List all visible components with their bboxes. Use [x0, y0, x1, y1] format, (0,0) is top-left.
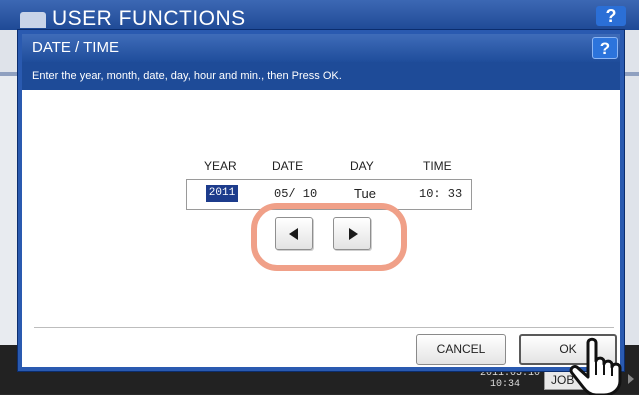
- status-clock: 2011.05.10 10:34: [480, 368, 540, 390]
- dialog-title-bar: DATE / TIME ?: [22, 34, 620, 62]
- background-header: USER FUNCTIONS ?: [0, 0, 639, 30]
- user-functions-icon: [20, 12, 46, 28]
- background-title: USER FUNCTIONS: [52, 7, 246, 30]
- status-time: 10:34: [489, 379, 520, 390]
- divider: [34, 327, 614, 328]
- day-label: DAY: [350, 159, 374, 173]
- date-label: DATE: [272, 159, 304, 173]
- left-arrow-icon: [289, 228, 298, 240]
- cursor-left-button[interactable]: [275, 217, 313, 250]
- cancel-button[interactable]: CANCEL: [416, 334, 506, 365]
- dialog-help-button[interactable]: ?: [592, 37, 618, 59]
- right-arrow-icon: [349, 228, 358, 240]
- dialog-title: DATE / TIME: [32, 39, 119, 56]
- cursor-right-button[interactable]: [333, 217, 371, 250]
- instruction-bar: Enter the year, month, date, day, hour a…: [22, 62, 620, 90]
- background-help-button[interactable]: ?: [596, 6, 626, 26]
- day-field[interactable]: Tue: [354, 187, 376, 201]
- date-time-dialog: DATE / TIME ? Enter the year, month, dat…: [18, 30, 624, 371]
- instruction-text: Enter the year, month, date, day, hour a…: [32, 70, 342, 82]
- year-label: YEAR: [204, 159, 237, 173]
- date-field[interactable]: 05/ 10: [274, 187, 317, 201]
- time-label: TIME: [423, 159, 452, 173]
- time-field[interactable]: 10: 33: [419, 187, 462, 201]
- year-field[interactable]: 2011: [206, 185, 238, 202]
- hand-pointer-icon: [569, 337, 622, 395]
